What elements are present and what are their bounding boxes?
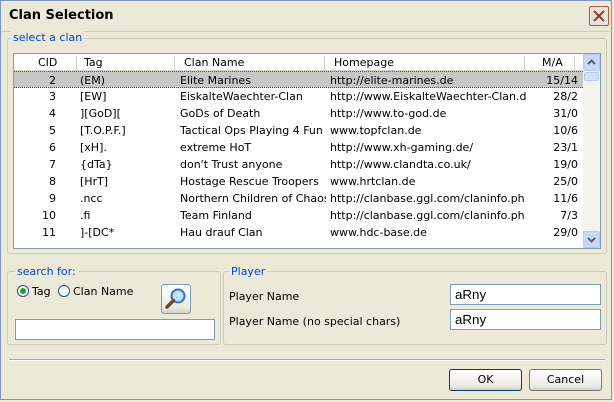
table-row[interactable]: 7 {dTa} don't Trust anyone http://www.cland… <box>14 156 583 173</box>
cell-clan-name: Tactical Ops Playing 4 Fun <box>180 124 323 137</box>
cell-clan-name: Team Finland <box>180 209 252 222</box>
cell-homepage: www.hdc-base.de <box>330 226 427 239</box>
column-header-homepage[interactable]: Homepage <box>334 56 394 69</box>
cell-ma: 25/0 <box>553 175 578 188</box>
cell-tag: [xH]. <box>80 141 107 154</box>
cell-cid: 6 <box>49 141 56 154</box>
radio-tag-label[interactable]: Tag <box>32 285 51 298</box>
cell-tag: .ncc <box>80 192 103 205</box>
radio-clan-name-label[interactable]: Clan Name <box>73 285 133 298</box>
scroll-up-button[interactable] <box>583 54 600 71</box>
cell-cid: 2 <box>49 74 56 87</box>
divider <box>9 359 605 361</box>
column-header-tag[interactable]: Tag <box>84 56 103 69</box>
cell-tag: [EW] <box>80 90 107 103</box>
clan-group-legend: select a clan <box>11 31 85 44</box>
search-group-legend: search for: <box>15 265 78 278</box>
cell-homepage: http://elite-marines.de <box>330 74 454 87</box>
cell-tag: [HrT] <box>80 175 109 188</box>
search-button[interactable] <box>161 284 191 314</box>
cell-ma: 10/6 <box>553 124 578 137</box>
cell-tag: [T.O.P.F.] <box>80 124 126 137</box>
column-header-clan-name[interactable]: Clan Name <box>184 56 244 69</box>
cell-cid: 7 <box>49 158 56 171</box>
cell-homepage: http://www.EiskalteWaechter-Clan.de <box>330 90 526 103</box>
scroll-down-button[interactable] <box>583 231 600 248</box>
table-row[interactable]: 11 ]-[DC* Hau drauf Clan www.hdc-base.de 29/… <box>14 224 583 241</box>
clan-selection-window: Clan Selection select a clan CID Tag Cla… <box>0 0 613 400</box>
table-row[interactable]: 4 ][GoD][ GoDs of Death http://www.to-god.d… <box>14 105 583 122</box>
cell-clan-name: Elite Marines <box>180 74 251 87</box>
cell-ma: 31/0 <box>553 107 578 120</box>
cell-tag: .fi <box>80 209 91 222</box>
cell-ma: 28/2 <box>553 90 578 103</box>
clan-table[interactable]: CID Tag Clan Name Homepage M/A 2 (EM) Elit… <box>13 53 601 249</box>
player-group <box>223 271 607 345</box>
title-bar: Clan Selection <box>1 1 613 32</box>
cell-cid: 11 <box>42 226 56 239</box>
table-row[interactable]: 3 [EW] EiskalteWaechter-Clan http://www.Eis… <box>14 88 583 105</box>
cell-ma: 19/0 <box>553 158 578 171</box>
cell-tag: (EM) <box>80 74 106 87</box>
arrow-up-icon <box>587 59 596 65</box>
column-header-cid[interactable]: CID <box>38 56 57 69</box>
cell-cid: 3 <box>49 90 56 103</box>
cell-tag: ]-[DC* <box>80 226 115 239</box>
cell-clan-name: Hau drauf Clan <box>180 226 263 239</box>
player-name-field[interactable] <box>450 284 601 305</box>
table-row[interactable]: 10 .fi Team Finland http://clanbase.ggl.com… <box>14 207 583 224</box>
arrow-down-icon <box>587 237 596 243</box>
cell-clan-name: don't Trust anyone <box>180 158 283 171</box>
cell-homepage: http://www.xh-gaming.de/ <box>330 141 474 154</box>
cell-clan-name: Hostage Rescue Troopers <box>180 175 319 188</box>
cell-cid: 8 <box>49 175 56 188</box>
cell-tag: {dTa} <box>80 158 113 171</box>
cell-ma: 15/14 <box>546 74 578 87</box>
cell-homepage: http://www.to-god.de <box>330 107 447 120</box>
close-icon <box>593 10 605 22</box>
cell-cid: 10 <box>42 209 56 222</box>
search-input[interactable] <box>15 319 215 340</box>
table-row[interactable]: 5 [T.O.P.F.] Tactical Ops Playing 4 Fun www… <box>14 122 583 139</box>
cell-ma: 23/1 <box>553 141 578 154</box>
cell-cid: 5 <box>49 124 56 137</box>
cell-cid: 9 <box>49 192 56 205</box>
table-row[interactable]: 9 .ncc Northern Children of Chaos http://cl… <box>14 190 583 207</box>
cell-ma: 29/0 <box>553 226 578 239</box>
cell-homepage: http://clanbase.ggl.com/claninfo.ph... <box>330 192 526 205</box>
ok-button[interactable]: OK <box>449 369 522 391</box>
cell-tag: ][GoD][ <box>80 107 121 120</box>
player-name-label: Player Name <box>229 290 300 303</box>
player-name-nospecial-label: Player Name (no special chars) <box>229 315 401 328</box>
radio-tag[interactable] <box>17 285 29 297</box>
scroll-thumb[interactable] <box>584 72 599 81</box>
cell-homepage: www.hrtclan.de <box>330 175 416 188</box>
magnifier-icon <box>165 288 186 309</box>
cell-clan-name: extreme HoT <box>180 141 252 154</box>
column-header-ma[interactable]: M/A <box>542 56 563 69</box>
cell-cid: 4 <box>49 107 56 120</box>
cell-clan-name: Northern Children of Chaos <box>180 192 326 205</box>
cell-homepage: http://clanbase.ggl.com/claninfo.ph... <box>330 209 526 222</box>
table-row[interactable]: 6 [xH]. extreme HoT http://www.xh-gaming.de… <box>14 139 583 156</box>
player-group-legend: Player <box>229 265 268 278</box>
window-title: Clan Selection <box>9 8 114 23</box>
table-header: CID Tag Clan Name Homepage M/A <box>14 54 583 71</box>
cancel-button[interactable]: Cancel <box>529 369 602 391</box>
cell-ma: 7/3 <box>560 209 578 222</box>
vertical-scrollbar[interactable] <box>583 54 600 248</box>
cell-homepage: www.topfclan.de <box>330 124 422 137</box>
table-row[interactable]: 8 [HrT] Hostage Rescue Troopers www.hrtclan… <box>14 173 583 190</box>
player-name-nospecial-field[interactable] <box>450 309 601 330</box>
cell-clan-name: GoDs of Death <box>180 107 261 120</box>
close-button[interactable] <box>589 6 609 26</box>
radio-clan-name[interactable] <box>58 285 70 297</box>
cell-clan-name: EiskalteWaechter-Clan <box>180 90 303 103</box>
cell-ma: 11/6 <box>553 192 578 205</box>
cell-homepage: http://www.clandta.co.uk/ <box>330 158 471 171</box>
table-row[interactable]: 2 (EM) Elite Marines http://elite-marines.d… <box>14 71 583 88</box>
